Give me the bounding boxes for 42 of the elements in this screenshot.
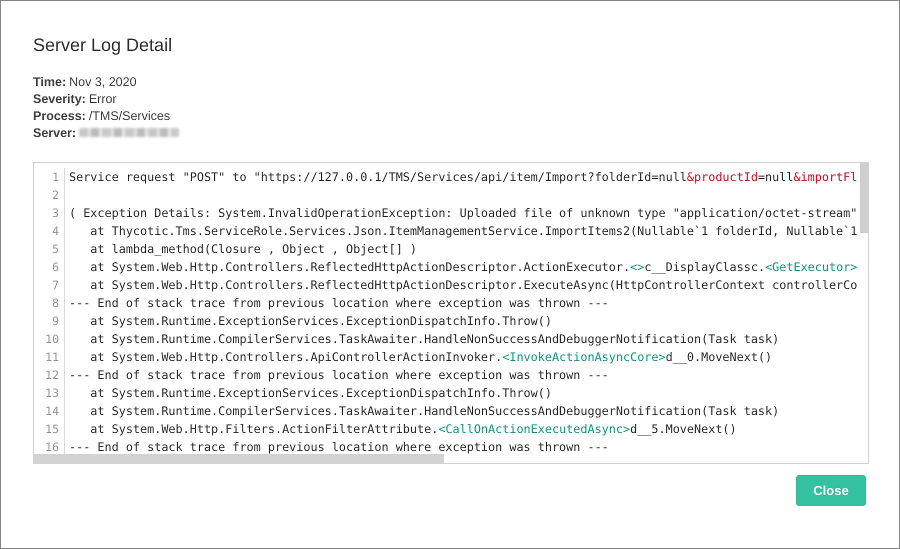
line-number: 12 <box>44 367 60 384</box>
line-number: 11 <box>44 349 60 366</box>
line-number: 1 <box>51 169 60 186</box>
detail-label: Server: <box>33 126 76 140</box>
detail-value: Error <box>88 92 117 106</box>
line-number: 8 <box>51 295 60 312</box>
log-line: at System.Runtime.ExceptionServices.ExceptionDispatchInfo.Throw() <box>89 313 553 330</box>
line-number: 7 <box>51 277 60 294</box>
log-line: --- End of stack trace from previous location where exception was thrown --- <box>69 367 610 384</box>
dialog-title: Server Log Detail <box>33 34 174 57</box>
line-number: 4 <box>51 223 60 240</box>
detail-value: /TMS/Services <box>88 108 170 122</box>
line-number: 10 <box>44 331 60 348</box>
line-number: 3 <box>51 205 60 222</box>
log-line: at System.Runtime.CompilerServices.TaskAwaiter.HandleNonSuccessAndDebuggerNotification(Task task) <box>89 331 780 348</box>
detail-label: Process: <box>33 108 86 122</box>
line-number: 9 <box>51 313 60 330</box>
line-number: 5 <box>51 241 60 258</box>
log-line: at System.Runtime.CompilerServices.TaskAwaiter.HandleNonSuccessAndDebuggerNotification(Task task) <box>89 403 780 420</box>
line-number: 15 <box>44 421 60 438</box>
log-line: at System.Web.Http.Filters.ActionFilterAttribute.<CallOnActionExecutedAsync>d__5.MoveNext() <box>89 421 738 438</box>
log-line: at System.Web.Http.Controllers.ApiControllerActionInvoker.<InvokeActionAsyncCore>d__0.MoveNext() <box>89 349 774 366</box>
line-number: 13 <box>44 385 60 402</box>
log-line: at System.Web.Http.Controllers.ReflectedHttpActionDescriptor.ExecuteAsync(HttpControllerContext controllerCo <box>89 277 858 294</box>
horizontal-scrollbar[interactable] <box>34 454 444 463</box>
close-button[interactable]: Close <box>796 475 866 506</box>
line-number: 2 <box>51 187 60 204</box>
log-line: ( Exception Details: System.InvalidOperationException: Uploaded file of unknown type "application/octet-stream" <box>69 205 858 222</box>
log-line: Service request "POST" to "https://127.0.0.1/TMS/Services/api/item/Import?folderId=null&productId=null&importFl <box>69 169 858 186</box>
log-line: at lambda_method(Closure , Object , Object[] ) <box>89 241 418 258</box>
log-line: at System.Web.Http.Controllers.ReflectedHttpActionDescriptor.ActionExecutor.<>c__DisplayClassc.<GetExecutor> <box>89 259 858 276</box>
detail-label: Time: <box>33 74 66 88</box>
log-line: at System.Runtime.ExceptionServices.ExceptionDispatchInfo.Throw() <box>89 385 553 402</box>
detail-value: Nov 3, 2020 <box>69 74 137 88</box>
detail-label: Severity: <box>33 92 86 106</box>
line-number: 14 <box>44 403 60 420</box>
vertical-scrollbar[interactable] <box>860 163 868 233</box>
log-line: --- End of stack trace from previous location where exception was thrown --- <box>69 295 610 312</box>
line-number: 6 <box>51 259 60 276</box>
log-line: at Thycotic.Tms.ServiceRole.Services.Json.ItemManagementService.ImportItems2(Nullable`1 folderId, Nullable`1 <box>89 223 858 240</box>
log-line: --- End of stack trace from previous location where exception was thrown --- <box>69 439 610 456</box>
line-number: 16 <box>44 439 60 456</box>
